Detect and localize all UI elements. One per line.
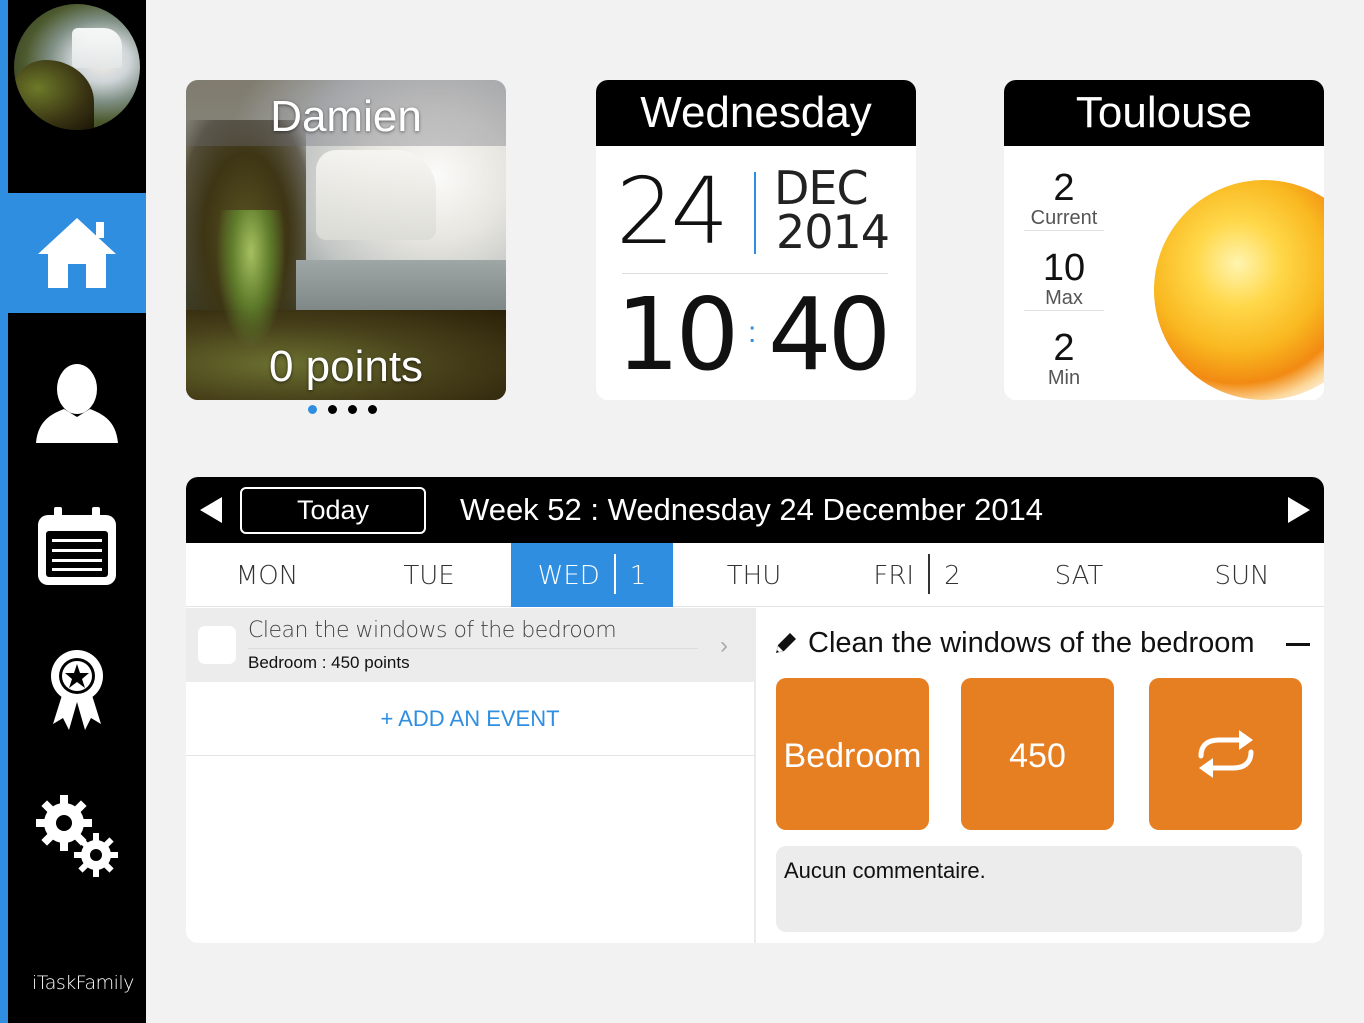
weather-card: Toulouse 2 Current 10 Max 2 Min <box>1004 80 1324 400</box>
chevron-right-icon: › <box>720 632 728 659</box>
next-week-arrow-icon[interactable] <box>1288 497 1310 523</box>
day-label: SUN <box>1214 561 1270 591</box>
day-tab-fri[interactable]: FRI 2 <box>836 543 998 607</box>
weather-current: 2 Current <box>1024 168 1104 231</box>
task-checkbox[interactable] <box>198 626 236 664</box>
today-button[interactable]: Today <box>240 487 426 534</box>
weather-min: 2 Min <box>1024 328 1104 388</box>
day-label: TUE <box>403 561 455 591</box>
award-ribbon-icon <box>51 650 103 730</box>
day-label: SAT <box>1054 561 1104 591</box>
date-divider <box>754 172 756 254</box>
weather-max: 10 Max <box>1024 248 1104 311</box>
day-tab-sun[interactable]: SUN <box>1161 543 1323 607</box>
task-row[interactable]: Clean the windows of the bedroom Bedroom… <box>186 608 754 682</box>
day-event-count: 1 <box>629 561 647 591</box>
add-event-button[interactable]: + ADD AN EVENT <box>186 682 754 756</box>
current-temp: 2 <box>1053 167 1075 209</box>
year-label: 2014 <box>776 205 890 259</box>
nav-rewards[interactable] <box>8 630 146 750</box>
task-subtitle: Bedroom : 450 points <box>248 653 410 672</box>
repeat-icon <box>1198 730 1254 778</box>
page-dot[interactable] <box>328 405 337 414</box>
sidebar: iTaskFamily <box>0 0 146 1023</box>
panel-divider <box>754 608 756 943</box>
time-minute: 40 <box>768 276 891 393</box>
time-divider <box>622 273 888 274</box>
repeat-tile[interactable] <box>1149 678 1302 830</box>
points-tile[interactable]: 450 <box>961 678 1114 830</box>
pencil-icon[interactable] <box>774 631 798 655</box>
profile-name: Damien <box>270 92 422 141</box>
city-header: Toulouse <box>1004 80 1324 146</box>
min-label: Min <box>1047 367 1081 389</box>
current-label: Current <box>1030 207 1098 229</box>
profile-points: 0 points <box>268 342 424 391</box>
detail-title: Clean the windows of the bedroom <box>808 627 1255 659</box>
page-dot[interactable] <box>308 405 317 414</box>
comment-box[interactable]: Aucun commentaire. <box>776 846 1302 932</box>
day-tab-sat[interactable]: SAT <box>998 543 1160 607</box>
day-tab-thu[interactable]: THU <box>673 543 835 607</box>
page-dot[interactable] <box>348 405 357 414</box>
page-dot[interactable] <box>368 405 377 414</box>
calendar-panel: Today Week 52 : Wednesday 24 December 20… <box>186 477 1324 943</box>
max-temp: 10 <box>1042 247 1086 289</box>
day-tab-wed[interactable]: WED 1 <box>511 543 673 607</box>
nav-calendar[interactable] <box>8 486 146 606</box>
page-dots[interactable] <box>308 405 377 414</box>
day-label: MON <box>235 561 299 591</box>
person-icon <box>36 364 118 443</box>
date-card: Wednesday 24 DEC 2014 10 : 40 <box>596 80 916 400</box>
time-colon: : <box>748 316 757 349</box>
month-label: DEC <box>774 161 869 215</box>
day-label: THU <box>726 561 782 591</box>
day-label: WED <box>537 561 600 591</box>
weekday-header: Wednesday <box>596 80 916 146</box>
brand-logo: iTaskFamily <box>32 972 134 994</box>
weekday-tabs: MON TUE WED 1 THU FRI 2 SAT SUN <box>186 543 1324 607</box>
calendar-icon <box>38 507 116 585</box>
max-label: Max <box>1045 287 1083 309</box>
day-label: FRI <box>873 561 915 591</box>
profile-card[interactable]: Damien 0 points <box>186 80 506 400</box>
home-icon <box>38 218 116 288</box>
avatar[interactable] <box>14 4 140 130</box>
collapse-minus-icon[interactable] <box>1286 643 1310 646</box>
previous-week-arrow-icon[interactable] <box>200 497 222 523</box>
sidebar-edge <box>0 0 8 1023</box>
room-tile[interactable]: Bedroom <box>776 678 929 830</box>
day-tab-tue[interactable]: TUE <box>348 543 510 607</box>
day-event-count: 2 <box>944 561 961 591</box>
day-tab-mon[interactable]: MON <box>186 543 348 607</box>
nav-profile[interactable] <box>8 342 146 462</box>
time-hour: 10 <box>616 276 739 393</box>
nav-home[interactable] <box>8 193 146 313</box>
day-number: 24 <box>616 158 729 265</box>
task-title: Clean the windows of the bedroom <box>248 618 617 643</box>
calendar-header: Today Week 52 : Wednesday 24 December 20… <box>186 477 1324 543</box>
week-label: Week 52 : Wednesday 24 December 2014 <box>460 492 1044 527</box>
min-temp: 2 <box>1053 327 1075 369</box>
sun-icon <box>1154 180 1324 400</box>
nav-settings[interactable] <box>8 776 146 896</box>
gears-icon <box>36 795 118 877</box>
